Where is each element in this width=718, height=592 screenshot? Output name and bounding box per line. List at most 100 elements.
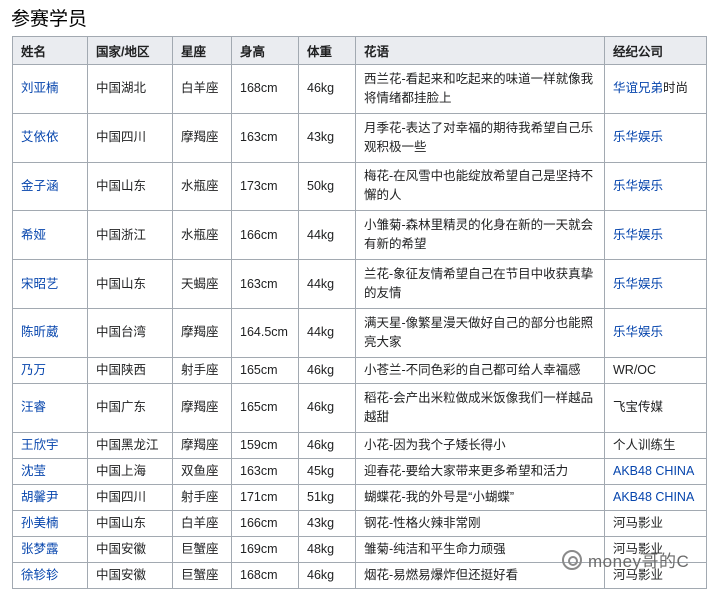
column-header-sign: 星座 <box>172 36 232 65</box>
region-cell: 中国山东 <box>87 161 173 212</box>
contestant-name-link[interactable]: 刘亚楠 <box>21 81 59 95</box>
region-cell: 中国安徽 <box>87 561 173 589</box>
sign-cell: 摩羯座 <box>172 112 232 163</box>
company-link[interactable]: 乐华娱乐 <box>613 179 663 193</box>
table-row: 宋昭艺 中国山东 天蝎座 163cm 44kg 兰花-象征友情希望自己在节目中收获真挚的友… <box>12 259 707 309</box>
height-cell: 163cm <box>231 259 299 309</box>
flower-cell: 月季花-表达了对幸福的期待我希望自己乐观积极一些 <box>355 112 605 163</box>
contestant-name-link[interactable]: 徐轸轸 <box>21 568 59 582</box>
company-text: WR/OC <box>613 362 657 377</box>
name-cell: 乃万 <box>12 356 88 384</box>
company-cell: 乐华娱乐 <box>604 210 707 261</box>
company-cell: 乐华娱乐 <box>604 259 707 309</box>
flower-cell: 满天星-像繁星漫天做好自己的部分也能照亮大家 <box>355 307 605 358</box>
sign-cell: 白羊座 <box>172 509 232 537</box>
weight-cell: 44kg <box>298 210 356 261</box>
region-cell: 中国黑龙江 <box>87 431 173 459</box>
height-cell: 159cm <box>231 431 299 459</box>
contestant-name-link[interactable]: 孙美楠 <box>21 516 59 530</box>
height-cell: 168cm <box>231 64 299 114</box>
region-cell: 中国四川 <box>87 112 173 163</box>
flower-cell: 稻花-会产出米粒做成米饭像我们一样越品越甜 <box>355 382 605 433</box>
sign-cell: 双鱼座 <box>172 457 232 485</box>
name-cell: 孙美楠 <box>12 509 88 537</box>
name-cell: 希娅 <box>12 210 88 261</box>
contestant-name-link[interactable]: 金子涵 <box>21 179 59 193</box>
contestant-name-link[interactable]: 沈莹 <box>21 464 46 478</box>
column-header-flower: 花语 <box>355 36 605 65</box>
region-cell: 中国四川 <box>87 483 173 511</box>
region-cell: 中国浙江 <box>87 210 173 261</box>
sign-cell: 射手座 <box>172 356 232 384</box>
company-link[interactable]: 乐华娱乐 <box>613 130 663 144</box>
table-header-row: 姓名 国家/地区 星座 身高 体重 花语 经纪公司 <box>12 36 707 65</box>
column-header-region: 国家/地区 <box>87 36 173 65</box>
name-cell: 陈昕葳 <box>12 307 88 358</box>
flower-cell: 兰花-象征友情希望自己在节目中收获真挚的友情 <box>355 259 605 309</box>
weight-cell: 45kg <box>298 457 356 485</box>
weight-cell: 46kg <box>298 64 356 114</box>
sign-cell: 天蝎座 <box>172 259 232 309</box>
company-link[interactable]: 乐华娱乐 <box>613 277 663 291</box>
contestant-name-link[interactable]: 陈昕葳 <box>21 325 59 339</box>
name-cell: 胡馨尹 <box>12 483 88 511</box>
company-link[interactable]: AKB48 CHINA <box>613 490 694 504</box>
weight-cell: 43kg <box>298 509 356 537</box>
contestant-name-link[interactable]: 乃万 <box>21 363 46 377</box>
company-cell: WR/OC <box>604 356 707 384</box>
company-text: 个人训练生 <box>613 437 676 452</box>
contestant-name-link[interactable]: 胡馨尹 <box>21 490 59 504</box>
contestant-name-link[interactable]: 希娅 <box>21 228 46 242</box>
company-cell: AKB48 CHINA <box>604 457 707 485</box>
table-row: 汪睿 中国广东 摩羯座 165cm 46kg 稻花-会产出米粒做成米饭像我们一样越品越甜飞… <box>12 382 707 433</box>
region-cell: 中国广东 <box>87 382 173 433</box>
table-row: 王欣宇 中国黑龙江 摩羯座 159cm 46kg 小花-因为我个子矮长得小 个人训练生 <box>12 431 707 459</box>
name-cell: 沈莹 <box>12 457 88 485</box>
table-row: 乃万 中国陕西 射手座 165cm 46kg 小苍兰-不同色彩的自己都可给人幸福感 WR/O… <box>12 356 707 384</box>
height-cell: 165cm <box>231 382 299 433</box>
height-cell: 166cm <box>231 509 299 537</box>
flower-cell: 小雏菊-森林里精灵的化身在新的一天就会有新的希望 <box>355 210 605 261</box>
contestant-name-link[interactable]: 艾依依 <box>21 130 59 144</box>
company-text: 河马影业 <box>613 515 664 530</box>
weight-cell: 43kg <box>298 112 356 163</box>
contestant-name-link[interactable]: 王欣宇 <box>21 438 59 452</box>
sign-cell: 摩羯座 <box>172 307 232 358</box>
sign-cell: 水瓶座 <box>172 210 232 261</box>
table-row: 孙美楠 中国山东 白羊座 166cm 43kg 钢花-性格火辣非常刚 河马影业 <box>12 509 707 537</box>
region-cell: 中国山东 <box>87 259 173 309</box>
flower-cell: 钢花-性格火辣非常刚 <box>355 509 605 537</box>
height-cell: 173cm <box>231 161 299 212</box>
name-cell: 金子涵 <box>12 161 88 212</box>
weight-cell: 51kg <box>298 483 356 511</box>
company-cell: 个人训练生 <box>604 431 707 459</box>
name-cell: 刘亚楠 <box>12 64 88 114</box>
contestant-name-link[interactable]: 汪睿 <box>21 400 46 414</box>
company-link[interactable]: 乐华娱乐 <box>613 228 663 242</box>
height-cell: 166cm <box>231 210 299 261</box>
company-cell: AKB48 CHINA <box>604 483 707 511</box>
table-row: 胡馨尹 中国四川 射手座 171cm 51kg 蝴蝶花-我的外号是“小蝴蝶” AKB48 C… <box>12 483 707 511</box>
company-cell: 河马影业 <box>604 509 707 537</box>
name-cell: 艾依依 <box>12 112 88 163</box>
region-cell: 中国陕西 <box>87 356 173 384</box>
sign-cell: 射手座 <box>172 483 232 511</box>
company-cell: 乐华娱乐 <box>604 307 707 358</box>
name-cell: 张梦露 <box>12 535 88 563</box>
table-row: 艾依依 中国四川 摩羯座 163cm 43kg 月季花-表达了对幸福的期待我希望自己乐观积… <box>12 112 707 163</box>
name-cell: 王欣宇 <box>12 431 88 459</box>
company-link[interactable]: 华谊兄弟 <box>613 81 663 95</box>
watermark-text: money哥的C <box>588 552 690 571</box>
table-row: 希娅 中国浙江 水瓶座 166cm 44kg 小雏菊-森林里精灵的化身在新的一天就会有新的… <box>12 210 707 261</box>
column-header-weight: 体重 <box>298 36 356 65</box>
contestant-name-link[interactable]: 张梦露 <box>21 542 59 556</box>
weight-cell: 46kg <box>298 382 356 433</box>
height-cell: 168cm <box>231 561 299 589</box>
contestant-name-link[interactable]: 宋昭艺 <box>21 277 59 291</box>
sign-cell: 水瓶座 <box>172 161 232 212</box>
company-cell: 华谊兄弟时尚 <box>604 64 707 114</box>
sign-cell: 巨蟹座 <box>172 535 232 563</box>
company-link[interactable]: AKB48 CHINA <box>613 464 694 478</box>
company-link[interactable]: 乐华娱乐 <box>613 325 663 339</box>
contestants-table: 姓名 国家/地区 星座 身高 体重 花语 经纪公司 刘亚楠 中国湖北 白羊座 168c… <box>12 36 707 589</box>
